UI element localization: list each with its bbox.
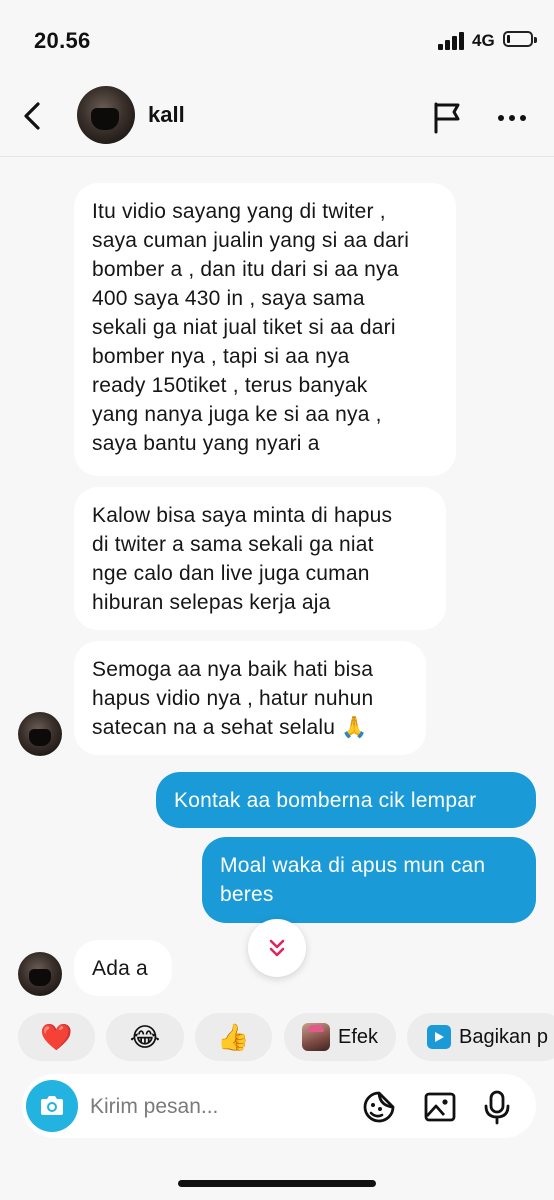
- microphone-icon[interactable]: [478, 1088, 516, 1126]
- camera-button[interactable]: [26, 1080, 78, 1132]
- received-message[interactable]: Ada a: [74, 940, 172, 996]
- message-composer: [22, 1074, 536, 1138]
- contact-username[interactable]: kall: [148, 102, 185, 128]
- contact-avatar-small[interactable]: [18, 952, 62, 996]
- network-type: 4G: [472, 31, 495, 50]
- flag-icon[interactable]: [428, 98, 466, 136]
- camera-icon: [41, 1096, 63, 1115]
- thumbs-up-icon: 👍: [217, 1022, 250, 1052]
- more-icon[interactable]: [494, 100, 530, 136]
- sticker-icon[interactable]: [360, 1088, 398, 1126]
- double-chevron-down-icon: [269, 939, 285, 957]
- share-label: Bagikan p: [459, 1025, 548, 1048]
- contact-avatar-small[interactable]: [18, 712, 62, 756]
- signal-icon: [438, 32, 466, 50]
- status-bar: 20.56 4G: [0, 0, 554, 80]
- contact-avatar[interactable]: [77, 86, 135, 144]
- effect-label: Efek: [337, 1025, 379, 1048]
- thumbs-up-reaction-button[interactable]: 👍: [195, 1013, 272, 1061]
- heart-icon: ❤️: [40, 1022, 73, 1052]
- share-play-icon: [427, 1025, 451, 1049]
- sent-message[interactable]: Kontak aa bomberna cik lempar: [156, 772, 536, 828]
- sent-message[interactable]: Moal waka di apus mun can beres: [202, 837, 536, 923]
- status-time: 20.56: [34, 28, 91, 53]
- battery-icon: [503, 31, 537, 47]
- received-message[interactable]: Itu vidio sayang yang di twiter , saya c…: [74, 183, 456, 476]
- image-icon[interactable]: [421, 1088, 459, 1126]
- message-list[interactable]: Itu vidio sayang yang di twiter , saya c…: [0, 157, 554, 997]
- scroll-to-bottom-button[interactable]: [248, 919, 306, 977]
- quick-reply-bar: ❤️ 😂 👍 Efek Bagikan p: [0, 1013, 554, 1063]
- effect-button[interactable]: Efek: [284, 1013, 396, 1061]
- heart-reaction-button[interactable]: ❤️: [18, 1013, 95, 1061]
- effect-thumbnail-icon: [301, 1023, 330, 1051]
- chat-header: kall: [0, 80, 554, 157]
- home-indicator[interactable]: [178, 1180, 376, 1187]
- received-message[interactable]: Kalow bisa saya minta di hapus di twiter…: [74, 487, 446, 630]
- laugh-reaction-button[interactable]: 😂: [106, 1013, 184, 1061]
- received-message[interactable]: Semoga aa nya baik hati bisa hapus vidio…: [74, 641, 426, 755]
- laughing-face-icon: 😂: [129, 1022, 161, 1052]
- share-button[interactable]: Bagikan p: [407, 1013, 554, 1061]
- message-input[interactable]: [88, 1086, 342, 1128]
- back-icon[interactable]: [16, 98, 52, 134]
